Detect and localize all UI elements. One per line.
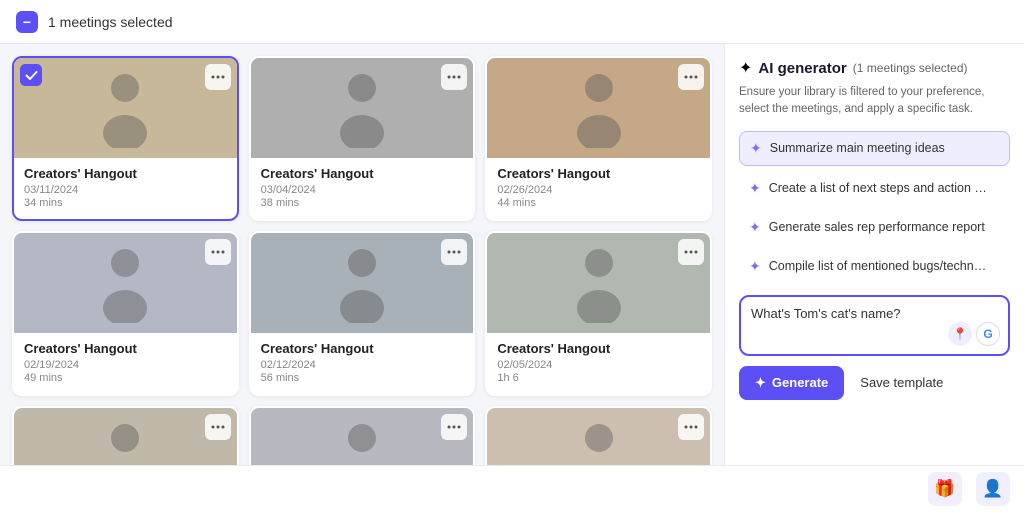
ai-panel-title: AI generator [758, 60, 846, 77]
card-info: Creators' Hangout 02/05/2024 1h 6 [487, 333, 710, 394]
card-menu-button[interactable] [678, 414, 704, 440]
suggestion-spark-icon: ✦ [749, 180, 761, 197]
card-info: Creators' Hangout 03/11/2024 34 mins [14, 158, 237, 219]
suggestion-spark-icon: ✦ [749, 219, 761, 236]
suggestion-spark-icon: ✦ [750, 140, 762, 157]
meeting-card[interactable]: Creators' Hangout 02/26/2024 44 mins [485, 56, 712, 221]
save-template-button[interactable]: Save template [852, 366, 951, 399]
card-duration: 49 mins [24, 372, 227, 384]
card-date: 03/11/2024 [24, 184, 227, 196]
ai-spark-icon: ✦ [739, 58, 752, 78]
card-date: 02/05/2024 [497, 359, 700, 371]
card-thumbnail [487, 408, 710, 465]
card-menu-button[interactable] [205, 414, 231, 440]
card-thumbnail [487, 233, 710, 333]
main-content: Creators' Hangout 03/11/2024 34 mins Cre… [0, 44, 1024, 465]
bottom-bar: 🎁 👤 [0, 465, 1024, 512]
ai-panel-header: ✦ AI generator (1 meetings selected) [739, 58, 1010, 78]
generate-spark-icon: ✦ [755, 375, 766, 391]
ai-suggestions-list: ✦ Summarize main meeting ideas ✦ Create … [739, 131, 1010, 283]
meeting-card[interactable]: Creators' Hangout 02/19/2024 49 mins [12, 231, 239, 396]
card-date: 02/26/2024 [497, 184, 700, 196]
card-duration: 1h 6 [497, 372, 700, 384]
card-thumbnail [14, 408, 237, 465]
generate-label: Generate [772, 375, 828, 390]
g-icon: G [983, 327, 992, 341]
card-thumbnail [487, 58, 710, 158]
card-info: Creators' Hangout 03/04/2024 38 mins [251, 158, 474, 219]
g-icon-button[interactable]: G [976, 322, 1000, 346]
suggestion-item[interactable]: ✦ Create a list of next steps and action… [739, 172, 1010, 205]
suggestion-text: Summarize main meeting ideas [770, 141, 945, 155]
card-duration: 34 mins [24, 197, 227, 209]
suggestion-item[interactable]: ✦ Generate sales rep performance report [739, 211, 1010, 244]
ai-description: Ensure your library is filtered to your … [739, 84, 1010, 119]
profile-icon: 👤 [982, 479, 1003, 499]
suggestion-text: Generate sales rep performance report [769, 220, 985, 234]
card-thumbnail [251, 408, 474, 465]
card-duration: 44 mins [497, 197, 700, 209]
gift-icon: 🎁 [934, 479, 955, 499]
meeting-card[interactable]: Creators' Hangout 02/05/2024 1h 6 [485, 231, 712, 396]
ai-input-wrapper: 📍 G [739, 295, 1010, 356]
card-thumbnail [14, 233, 237, 333]
meeting-card[interactable]: Creators' Hangout 03/04/2024 38 mins [249, 56, 476, 221]
suggestion-spark-icon: ✦ [749, 258, 761, 275]
card-thumbnail [251, 58, 474, 158]
card-menu-button[interactable] [441, 414, 467, 440]
ai-panel-count: (1 meetings selected) [853, 61, 968, 75]
gift-icon-button[interactable]: 🎁 [928, 472, 962, 506]
meeting-card[interactable]: Creators' Hangout 03/11/2024 34 mins [12, 56, 239, 221]
suggestion-item[interactable]: ✦ Compile list of mentioned bugs/technic… [739, 250, 1010, 283]
card-menu-button[interactable] [205, 239, 231, 265]
meetings-grid-area: Creators' Hangout 03/11/2024 34 mins Cre… [0, 44, 724, 465]
location-icon: 📍 [953, 327, 968, 341]
card-title: Creators' Hangout [261, 166, 464, 181]
card-info: Creators' Hangout 02/19/2024 49 mins [14, 333, 237, 394]
card-menu-button[interactable] [441, 239, 467, 265]
ai-input-icons: 📍 G [948, 322, 1000, 346]
card-title: Creators' Hangout [497, 341, 700, 356]
suggestion-text: Create a list of next steps and action I… [769, 181, 989, 195]
deselect-button[interactable]: − [16, 11, 38, 33]
meetings-grid: Creators' Hangout 03/11/2024 34 mins Cre… [12, 56, 712, 465]
card-menu-button[interactable] [678, 239, 704, 265]
card-date: 03/04/2024 [261, 184, 464, 196]
card-date: 02/12/2024 [261, 359, 464, 371]
card-title: Creators' Hangout [497, 166, 700, 181]
selected-label: 1 meetings selected [48, 14, 173, 30]
minus-icon: − [23, 15, 31, 29]
ai-panel: ✦ AI generator (1 meetings selected) Ens… [724, 44, 1024, 465]
card-info: Creators' Hangout 02/12/2024 56 mins [251, 333, 474, 394]
suggestion-item[interactable]: ✦ Summarize main meeting ideas [739, 131, 1010, 166]
profile-icon-button[interactable]: 👤 [976, 472, 1010, 506]
card-duration: 38 mins [261, 197, 464, 209]
card-title: Creators' Hangout [24, 341, 227, 356]
card-menu-button[interactable] [441, 64, 467, 90]
location-icon-button[interactable]: 📍 [948, 322, 972, 346]
suggestion-text: Compile list of mentioned bugs/technical… [769, 259, 989, 273]
card-check-icon [20, 64, 42, 86]
card-menu-button[interactable] [205, 64, 231, 90]
card-menu-button[interactable] [678, 64, 704, 90]
card-date: 02/19/2024 [24, 359, 227, 371]
card-info: Creators' Hangout 02/26/2024 44 mins [487, 158, 710, 219]
ai-actions: ✦ Generate Save template [739, 366, 1010, 400]
card-duration: 56 mins [261, 372, 464, 384]
generate-button[interactable]: ✦ Generate [739, 366, 844, 400]
card-thumbnail [251, 233, 474, 333]
top-bar: − 1 meetings selected [0, 0, 1024, 44]
card-thumbnail [14, 58, 237, 158]
meeting-card[interactable]: Creators' Hangout 01/15/2024 [249, 406, 476, 465]
meeting-card[interactable]: Creators' Hangout 01/08/2024 [485, 406, 712, 465]
card-title: Creators' Hangout [261, 341, 464, 356]
card-title: Creators' Hangout [24, 166, 227, 181]
meeting-card[interactable]: Creators' Hangout 01/29/2024 [12, 406, 239, 465]
meeting-card[interactable]: Creators' Hangout 02/12/2024 56 mins [249, 231, 476, 396]
